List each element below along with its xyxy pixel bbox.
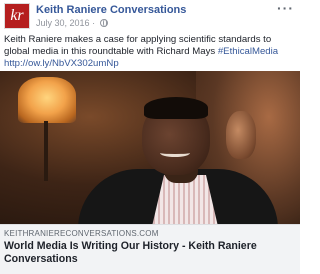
video-thumbnail[interactable] [0,71,300,224]
page-avatar[interactable]: kr [4,3,30,29]
post-url-link[interactable]: http://ow.ly/NbVX302umNp [4,58,119,69]
facebook-post: kr Keith Raniere Conversations July 30, … [0,0,300,274]
meta-separator: · [92,18,96,28]
link-preview-card[interactable]: KEITHRANIERECONVERSATIONS.COM World Medi… [0,224,300,274]
page-name-link[interactable]: Keith Raniere Conversations [36,4,186,16]
globe-icon [99,19,108,27]
lamp-shade [18,77,76,123]
person-hair [144,97,208,119]
post-meta: July 30, 2016 · [36,18,108,28]
person-smile [160,149,190,157]
post-header: kr Keith Raniere Conversations July 30, … [4,0,296,31]
post-text: Keith Raniere makes a case for applying … [4,34,296,70]
preview-domain: KEITHRANIERECONVERSATIONS.COM [4,229,159,238]
hashtag-link[interactable]: #EthicalMedia [218,46,278,57]
vase [226,111,256,159]
lamp-stand [44,121,48,181]
preview-title[interactable]: World Media Is Writing Our History - Kei… [4,240,292,266]
more-options-icon[interactable]: ··· [277,0,294,16]
avatar-logo: kr [10,7,24,24]
post-date[interactable]: July 30, 2016 [36,18,90,28]
